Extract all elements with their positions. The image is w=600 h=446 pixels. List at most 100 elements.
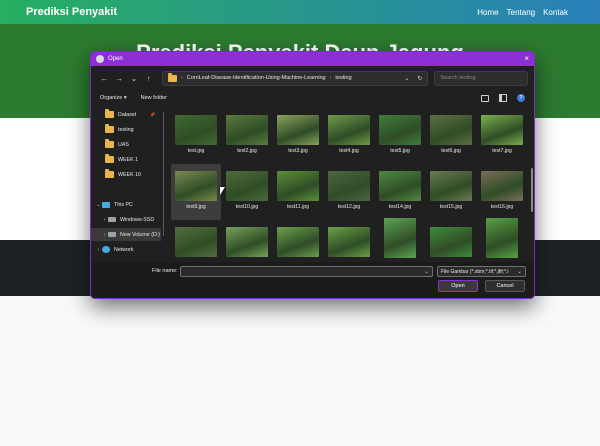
nav-item-this-pc[interactable]: ⌄ This PC xyxy=(91,198,161,211)
file-item[interactable]: test12.jpg xyxy=(324,164,374,220)
file-item[interactable]: test7.jpg xyxy=(477,108,527,164)
file-item[interactable] xyxy=(171,220,221,262)
nav-item-testing[interactable]: testing xyxy=(91,123,161,136)
file-item[interactable]: test10.jpg xyxy=(222,164,272,220)
address-tools: ⌄ ↻ xyxy=(404,75,422,82)
nav-link-tentang[interactable]: Tentang xyxy=(507,8,535,17)
help-icon[interactable]: ? xyxy=(517,94,525,102)
file-item[interactable]: test.jpg xyxy=(171,108,221,164)
dialog-titlebar[interactable]: Open × xyxy=(91,52,534,66)
file-item[interactable]: test15.jpg xyxy=(426,164,476,220)
chevron-down-icon[interactable]: ⌄ xyxy=(517,268,522,275)
open-button[interactable]: Open xyxy=(438,280,478,292)
folder-icon xyxy=(105,169,114,178)
chevron-down-icon[interactable]: ⌄ xyxy=(95,202,102,208)
preview-pane-icon[interactable] xyxy=(499,94,507,102)
nav-item-windows-ssd[interactable]: › Windows-SSD xyxy=(91,213,161,226)
image-thumbnail xyxy=(384,218,416,258)
image-thumbnail xyxy=(379,171,421,201)
chevron-down-icon[interactable]: ⌄ xyxy=(126,74,141,83)
file-name: test10.jpg xyxy=(235,204,259,210)
nav-item-label: This PC xyxy=(114,201,133,208)
image-thumbnail xyxy=(430,227,472,257)
file-item[interactable] xyxy=(426,220,476,262)
nav-link-home[interactable]: Home xyxy=(477,8,498,17)
file-name: test9.jpg xyxy=(186,204,206,210)
image-thumbnail xyxy=(226,171,268,201)
breadcrumb-project[interactable]: CornLeaf-Disease-Identification-Using-Ma… xyxy=(187,75,326,81)
breadcrumb-separator-icon: › xyxy=(180,75,183,81)
file-item[interactable]: test9.jpg xyxy=(171,164,221,220)
dialog-toolbar: Organize ▾ New folder ? xyxy=(91,91,534,105)
brand-logo[interactable]: Prediksi Penyakit xyxy=(26,6,117,18)
image-thumbnail xyxy=(277,227,319,257)
image-thumbnail xyxy=(277,171,319,201)
nav-scrollbar[interactable] xyxy=(163,112,164,236)
nav-item-uas[interactable]: UAS xyxy=(91,138,161,151)
address-bar[interactable]: › CornLeaf-Disease-Identification-Using-… xyxy=(161,70,429,86)
organize-menu[interactable]: Organize ▾ xyxy=(100,95,127,101)
file-list: test.jpg test2.jpg test3.jpg test4.jpg test5… xyxy=(169,108,529,262)
nav-item-label: Dataset xyxy=(118,111,137,118)
nav-link-kontak[interactable]: Kontak xyxy=(543,8,568,17)
folder-icon xyxy=(167,72,177,82)
file-name: test15.jpg xyxy=(439,204,463,210)
chevron-right-icon[interactable]: › xyxy=(101,217,108,223)
network-icon xyxy=(102,246,110,253)
new-folder-button[interactable]: New folder xyxy=(141,95,167,101)
image-thumbnail xyxy=(175,171,217,201)
arrow-right-icon[interactable]: → xyxy=(112,74,127,83)
dialog-title: Open xyxy=(108,56,123,62)
view-options-icon[interactable] xyxy=(481,94,489,102)
close-icon[interactable]: × xyxy=(524,55,529,63)
file-item[interactable] xyxy=(375,218,425,262)
arrow-left-icon[interactable]: ← xyxy=(97,74,112,83)
file-item[interactable] xyxy=(477,218,527,262)
file-item[interactable]: test2.jpg xyxy=(222,108,272,164)
file-name: test4.jpg xyxy=(339,148,359,154)
chevron-down-icon[interactable]: ⌄ xyxy=(404,75,409,82)
chevron-down-icon[interactable]: ⌄ xyxy=(424,268,429,275)
file-item[interactable] xyxy=(222,220,272,262)
image-thumbnail xyxy=(175,227,217,257)
chevron-right-icon[interactable]: › xyxy=(101,232,108,238)
nav-item-label: Windows-SSD xyxy=(120,216,155,223)
nav-item-network[interactable]: › Network xyxy=(91,243,161,256)
file-item[interactable] xyxy=(324,220,374,262)
file-item[interactable]: test4.jpg xyxy=(324,108,374,164)
dialog-footer: File name: ⌄ File Gambar (*.xbm;*.tif;*.… xyxy=(91,262,534,298)
file-item[interactable]: test3.jpg xyxy=(273,108,323,164)
arrow-up-icon[interactable]: ↑ xyxy=(141,74,156,83)
folder-icon xyxy=(105,109,114,118)
nav-links: Home Tentang Kontak xyxy=(477,8,568,17)
chevron-right-icon[interactable]: › xyxy=(95,247,102,253)
drive-icon xyxy=(108,232,116,237)
file-item[interactable]: test16.jpg xyxy=(477,164,527,220)
file-scrollbar[interactable] xyxy=(531,168,533,212)
image-thumbnail xyxy=(226,227,268,257)
image-thumbnail xyxy=(328,171,370,201)
nav-item-dataset[interactable]: Dataset 📌 xyxy=(91,108,161,121)
nav-item-week-1[interactable]: WEEK 1 xyxy=(91,153,161,166)
image-thumbnail xyxy=(481,171,523,201)
pin-icon: 📌 xyxy=(150,112,155,117)
breadcrumb-testing[interactable]: testing xyxy=(335,75,351,81)
file-item[interactable]: test5.jpg xyxy=(375,108,425,164)
search-input[interactable]: Search testing xyxy=(434,70,528,86)
app-icon xyxy=(96,55,104,63)
open-file-dialog: Open × ← → ⌄ ↑ › CornLeaf-Disease-Identi… xyxy=(90,51,535,299)
nav-item-week-10[interactable]: WEEK 10 xyxy=(91,168,161,181)
nav-item-new-volume-d[interactable]: › New Volume (D:) xyxy=(91,228,161,241)
file-item[interactable]: test6.jpg xyxy=(426,108,476,164)
file-type-select[interactable]: File Gambar (*.xbm;*.tif;*.jfif;*.i ⌄ xyxy=(437,266,526,277)
file-item[interactable] xyxy=(273,220,323,262)
address-row: ← → ⌄ ↑ › CornLeaf-Disease-Identificatio… xyxy=(91,69,534,87)
file-item[interactable]: test11.jpg xyxy=(273,164,323,220)
file-name-input[interactable]: ⌄ xyxy=(180,266,433,277)
folder-icon xyxy=(105,139,114,148)
cancel-button[interactable]: Cancel xyxy=(485,280,525,292)
refresh-icon[interactable]: ↻ xyxy=(417,75,422,82)
file-name: test16.jpg xyxy=(490,204,514,210)
file-name: test3.jpg xyxy=(288,148,308,154)
file-item[interactable]: test14.jpg xyxy=(375,164,425,220)
